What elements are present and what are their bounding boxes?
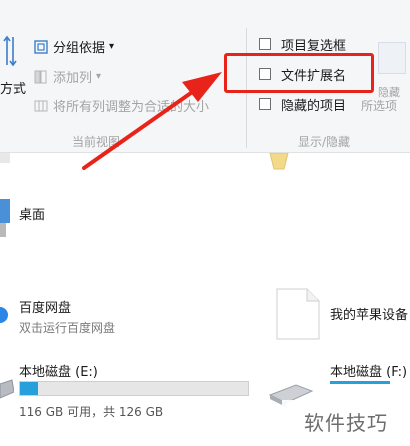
watermark: 软件技巧 — [282, 400, 410, 446]
annotation-arrow-icon — [82, 72, 222, 170]
